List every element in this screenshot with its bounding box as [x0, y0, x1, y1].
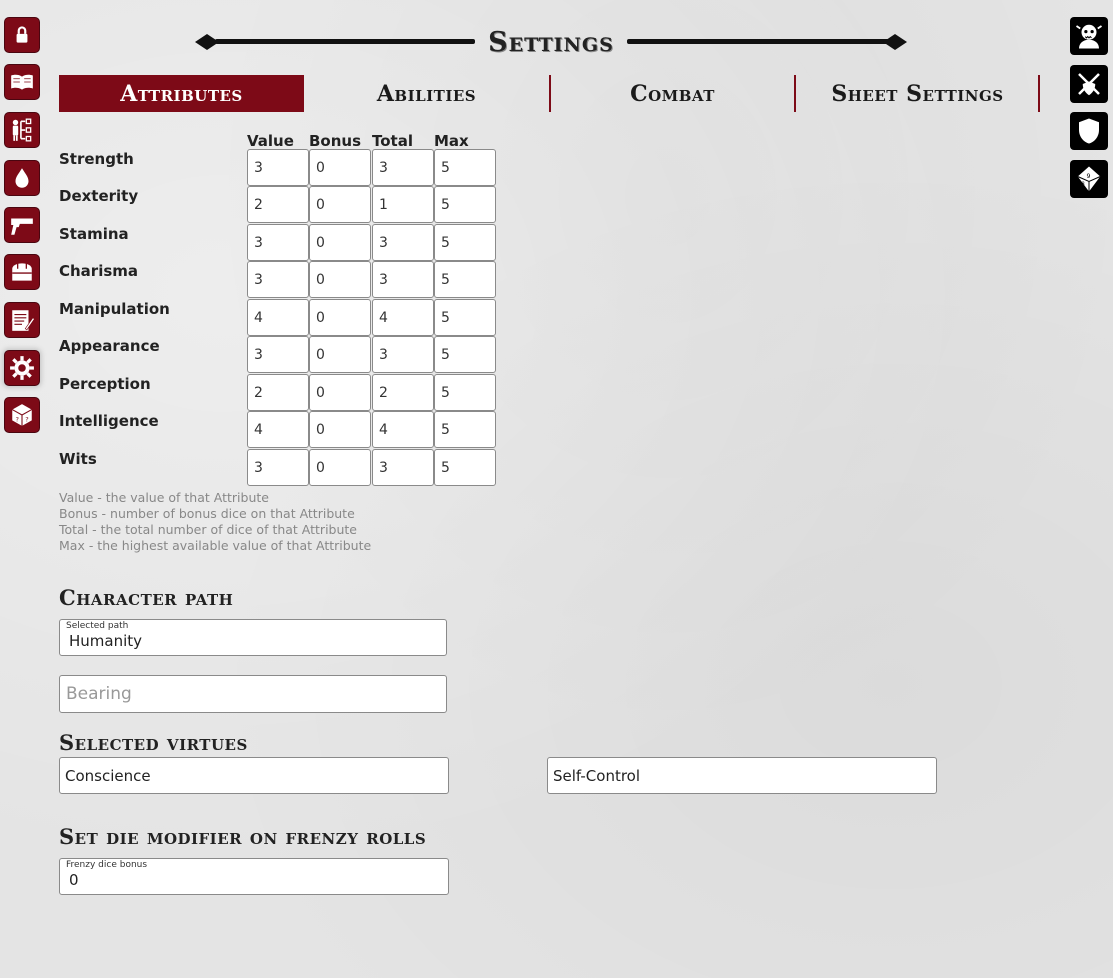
- strength-value-input[interactable]: [247, 149, 309, 186]
- attribute-legend: Value - the value of that Attribute Bonu…: [59, 490, 371, 554]
- intelligence-value-input[interactable]: [247, 411, 309, 448]
- bearing-field[interactable]: [59, 675, 447, 713]
- charisma-total-input[interactable]: [372, 261, 434, 298]
- frenzy-dice-bonus-label: Frenzy dice bonus: [66, 860, 148, 870]
- svg-text:?: ?: [25, 416, 28, 424]
- tab-bar: Attributes Abilities Combat Sheet Settin…: [59, 75, 1040, 112]
- character-path-heading: Character path: [59, 585, 234, 610]
- dexterity-bonus-input[interactable]: [309, 186, 371, 223]
- wits-bonus-input[interactable]: [309, 449, 371, 486]
- legend-line: Bonus - number of bonus dice on that Att…: [59, 506, 355, 521]
- svg-text:8: 8: [1082, 181, 1085, 187]
- legend-line: Max - the highest available value of tha…: [59, 538, 372, 553]
- tab-abilities[interactable]: Abilities: [304, 75, 549, 112]
- manipulation-bonus-input[interactable]: [309, 299, 371, 336]
- legend-line: Value - the value of that Attribute: [59, 490, 269, 505]
- frenzy-dice-bonus-value: 0: [69, 871, 79, 889]
- frenzy-dice-bonus-field[interactable]: Frenzy dice bonus 0: [59, 858, 449, 895]
- strength-bonus-input[interactable]: [309, 149, 371, 186]
- attribute-label-perception: Perception: [59, 375, 151, 393]
- stamina-bonus-input[interactable]: [309, 224, 371, 261]
- appearance-bonus-input[interactable]: [309, 336, 371, 373]
- attribute-label-wits: Wits: [59, 450, 97, 468]
- selected-virtues-heading: Selected virtues: [59, 730, 248, 755]
- stamina-max-input[interactable]: [434, 224, 496, 261]
- legend-line: Total - the total number of dice of that…: [59, 522, 357, 537]
- virtue-first-value: Conscience: [65, 767, 151, 785]
- stamina-total-input[interactable]: [372, 224, 434, 261]
- appearance-total-input[interactable]: [372, 336, 434, 373]
- bag-icon[interactable]: [4, 254, 40, 290]
- crossed-swords-icon[interactable]: [1070, 65, 1108, 103]
- intelligence-bonus-input[interactable]: [309, 411, 371, 448]
- wits-total-input[interactable]: [372, 449, 434, 486]
- attribute-label-charisma: Charisma: [59, 262, 139, 280]
- lock-icon[interactable]: [4, 17, 40, 53]
- family-tree-icon[interactable]: [4, 112, 40, 148]
- appearance-value-input[interactable]: [247, 336, 309, 373]
- perception-value-input[interactable]: [247, 374, 309, 411]
- tab-combat[interactable]: Combat: [550, 75, 795, 112]
- page-title: Settings: [488, 27, 614, 58]
- svg-text:9: 9: [1087, 173, 1091, 180]
- column-header-max: Max: [434, 132, 469, 150]
- tab-separator: [1038, 75, 1040, 112]
- attribute-label-intelligence: Intelligence: [59, 412, 159, 430]
- wits-max-input[interactable]: [434, 449, 496, 486]
- strength-total-input[interactable]: [372, 149, 434, 186]
- stamina-value-input[interactable]: [247, 224, 309, 261]
- dexterity-max-input[interactable]: [434, 186, 496, 223]
- tab-sheet-settings[interactable]: Sheet Settings: [795, 75, 1040, 112]
- perception-total-input[interactable]: [372, 374, 434, 411]
- dexterity-total-input[interactable]: [372, 186, 434, 223]
- virtue-select-second[interactable]: Self-Control: [547, 757, 937, 794]
- svg-text:?: ?: [16, 416, 19, 424]
- virtue-second-value: Self-Control: [553, 767, 641, 785]
- charisma-bonus-input[interactable]: [309, 261, 371, 298]
- column-header-value: Value: [247, 132, 294, 150]
- selected-path-label: Selected path: [66, 621, 129, 631]
- wits-value-input[interactable]: [247, 449, 309, 486]
- appearance-max-input[interactable]: [434, 336, 496, 373]
- selected-path-select[interactable]: Selected path Humanity: [59, 619, 447, 656]
- page-title-bar: Settings: [195, 27, 907, 58]
- attribute-label-strength: Strength: [59, 150, 134, 168]
- notes-icon[interactable]: [4, 302, 40, 338]
- attribute-label-appearance: Appearance: [59, 337, 160, 355]
- dice-icon[interactable]: ??: [4, 397, 40, 433]
- dexterity-value-input[interactable]: [247, 186, 309, 223]
- charisma-value-input[interactable]: [247, 261, 309, 298]
- intelligence-total-input[interactable]: [372, 411, 434, 448]
- pistol-icon[interactable]: [4, 207, 40, 243]
- book-icon[interactable]: [4, 64, 40, 100]
- strength-max-input[interactable]: [434, 149, 496, 186]
- perception-bonus-input[interactable]: [309, 374, 371, 411]
- gear-icon[interactable]: [4, 350, 40, 386]
- intelligence-max-input[interactable]: [434, 411, 496, 448]
- attribute-label-dexterity: Dexterity: [59, 187, 139, 205]
- column-header-bonus: Bonus: [309, 132, 362, 150]
- attribute-label-manipulation: Manipulation: [59, 300, 170, 318]
- tab-attributes[interactable]: Attributes: [59, 75, 304, 112]
- selected-path-value: Humanity: [69, 632, 143, 650]
- d10-dice-icon[interactable]: 98: [1070, 160, 1108, 198]
- attribute-label-stamina: Stamina: [59, 225, 129, 243]
- frenzy-modifier-heading: Set die modifier on frenzy rolls: [59, 824, 427, 849]
- virtue-select-first[interactable]: Conscience: [59, 757, 449, 794]
- column-header-total: Total: [372, 132, 413, 150]
- ghoul-icon[interactable]: [1070, 17, 1108, 55]
- perception-max-input[interactable]: [434, 374, 496, 411]
- charisma-max-input[interactable]: [434, 261, 496, 298]
- manipulation-max-input[interactable]: [434, 299, 496, 336]
- blood-drop-icon[interactable]: [4, 160, 40, 196]
- manipulation-value-input[interactable]: [247, 299, 309, 336]
- shield-icon[interactable]: [1070, 112, 1108, 150]
- manipulation-total-input[interactable]: [372, 299, 434, 336]
- bearing-input[interactable]: [60, 676, 446, 712]
